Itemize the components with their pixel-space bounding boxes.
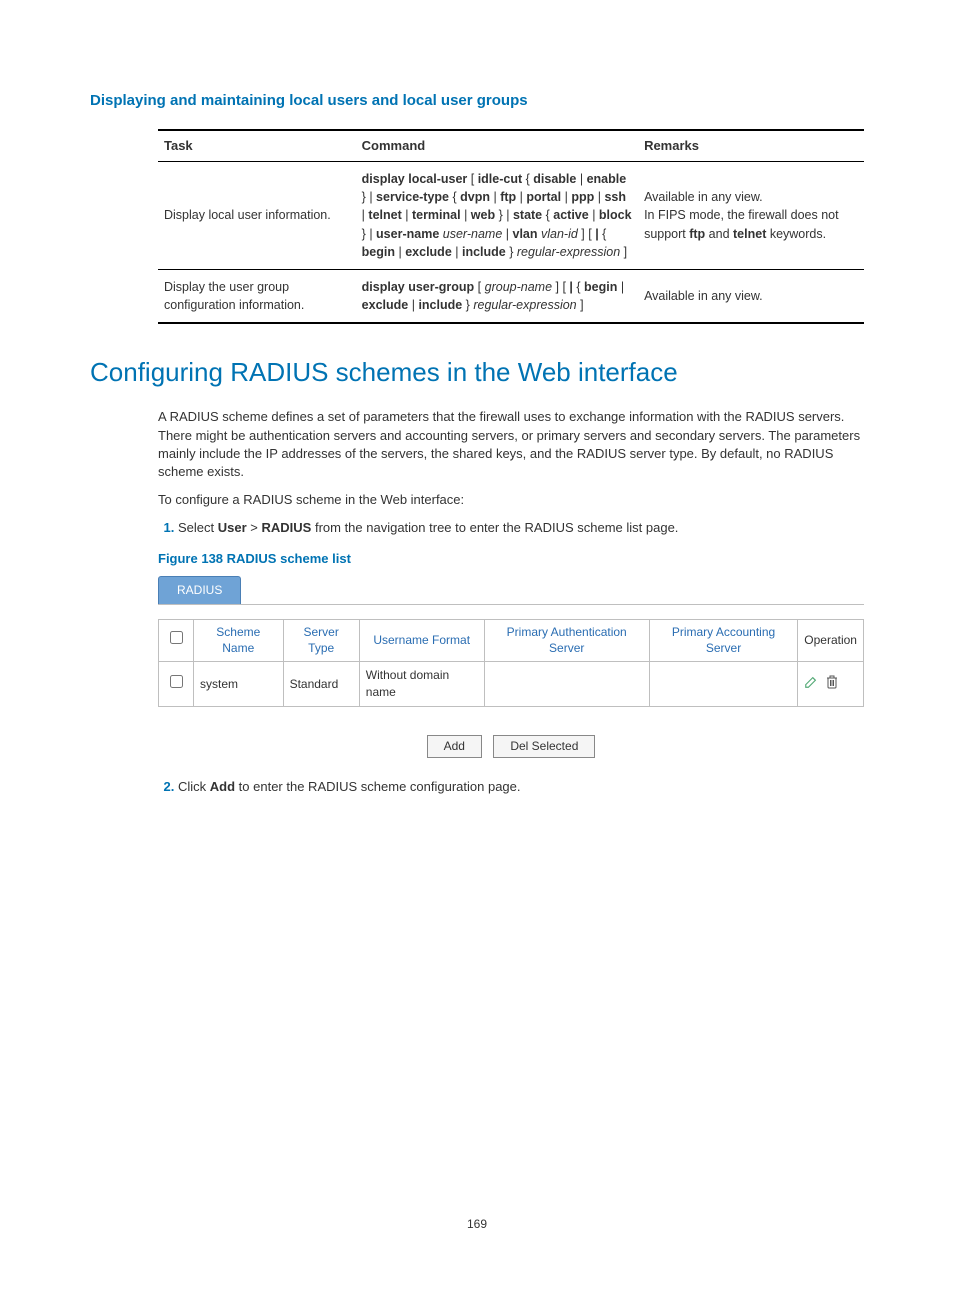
- cell-server-type: Standard: [283, 662, 359, 707]
- col-task: Task: [158, 130, 356, 162]
- table-row: Display the user group configuration inf…: [158, 269, 864, 323]
- cell-command: display local-user [ idle-cut { disable …: [356, 162, 638, 270]
- cell-scheme-name: system: [194, 662, 284, 707]
- edit-icon[interactable]: [804, 675, 818, 694]
- button-row: Add Del Selected: [158, 735, 864, 758]
- radius-scheme-table: Scheme Name Server Type Username Format …: [158, 619, 864, 707]
- col-remarks: Remarks: [638, 130, 864, 162]
- cell-operation: [798, 662, 864, 707]
- col-command: Command: [356, 130, 638, 162]
- section-heading-local-users: Displaying and maintaining local users a…: [90, 90, 864, 111]
- trash-icon[interactable]: [826, 675, 838, 694]
- cell-remarks: Available in any view.: [638, 269, 864, 323]
- step-2: Click Add to enter the RADIUS scheme con…: [178, 778, 864, 796]
- cell-primary-auth: [484, 662, 649, 707]
- cell-username-format: Without domain name: [359, 662, 484, 707]
- add-button[interactable]: Add: [427, 735, 482, 758]
- col-server-type: Server Type: [283, 619, 359, 662]
- cell-task: Display local user information.: [158, 162, 356, 270]
- tab-radius[interactable]: RADIUS: [158, 576, 241, 604]
- heading-configuring-radius: Configuring RADIUS schemes in the Web in…: [90, 354, 864, 390]
- col-primary-acct: Primary Accounting Server: [649, 619, 797, 662]
- steps-list-cont: Click Add to enter the RADIUS scheme con…: [158, 778, 864, 796]
- row-checkbox-cell[interactable]: [159, 662, 194, 707]
- paragraph-radius-intro: A RADIUS scheme defines a set of paramet…: [158, 408, 864, 481]
- cell-remarks: Available in any view.In FIPS mode, the …: [638, 162, 864, 270]
- col-username-format: Username Format: [359, 619, 484, 662]
- command-reference-table: Task Command Remarks Display local user …: [158, 129, 864, 324]
- del-selected-button[interactable]: Del Selected: [493, 735, 595, 758]
- paragraph-radius-steps-intro: To configure a RADIUS scheme in the Web …: [158, 491, 864, 509]
- select-all-checkbox-cell[interactable]: [159, 619, 194, 662]
- col-primary-auth: Primary Authentication Server: [484, 619, 649, 662]
- table-row: Display local user information. display …: [158, 162, 864, 270]
- select-all-checkbox[interactable]: [170, 631, 183, 644]
- steps-list: Select User > RADIUS from the navigation…: [158, 519, 864, 537]
- page-number: 169: [90, 1216, 864, 1233]
- col-operation: Operation: [798, 619, 864, 662]
- cell-command: display user-group [ group-name ] [ | { …: [356, 269, 638, 323]
- row-checkbox[interactable]: [170, 675, 183, 688]
- col-scheme-name: Scheme Name: [194, 619, 284, 662]
- cell-task: Display the user group configuration inf…: [158, 269, 356, 323]
- figure-caption: Figure 138 RADIUS scheme list: [158, 550, 864, 568]
- cell-primary-acct: [649, 662, 797, 707]
- table-row: system Standard Without domain name: [159, 662, 864, 707]
- step-1: Select User > RADIUS from the navigation…: [178, 519, 864, 537]
- radius-scheme-list-ui: RADIUS Scheme Name Server Type Username …: [158, 576, 864, 758]
